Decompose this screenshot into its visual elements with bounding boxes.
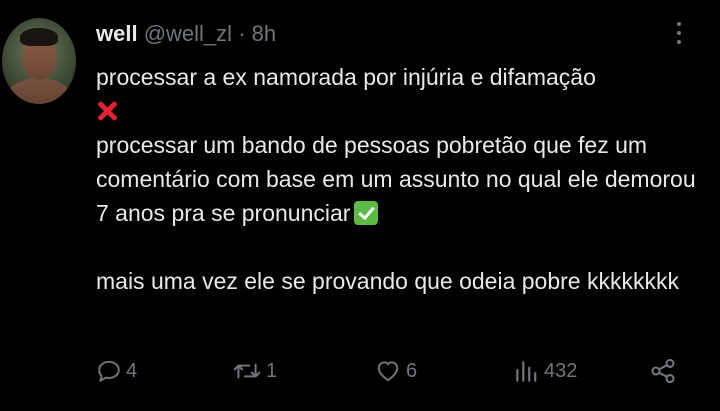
retweet-icon bbox=[233, 363, 261, 379]
cross-mark-emoji bbox=[96, 100, 118, 122]
views-icon bbox=[516, 361, 537, 382]
tweet-header: well @well_zl · 8h bbox=[96, 20, 276, 48]
check-mark-emoji bbox=[354, 201, 379, 225]
tweet[interactable]: well @well_zl · 8h processar a ex namora… bbox=[0, 0, 720, 411]
like-count: 6 bbox=[406, 359, 418, 382]
like-button[interactable]: 6 bbox=[374, 355, 417, 387]
share-button[interactable] bbox=[648, 355, 678, 387]
avatar-hair bbox=[20, 28, 58, 46]
avatar-shoulders bbox=[6, 78, 72, 104]
retweet-count: 1 bbox=[266, 359, 278, 382]
separator-dot: · bbox=[238, 21, 246, 46]
heart-icon bbox=[377, 361, 399, 382]
reply-icon bbox=[98, 360, 120, 382]
views-button[interactable]: 432 bbox=[512, 355, 577, 387]
tweet-text-line-2: processar um bando de pessoas pobretão q… bbox=[96, 132, 702, 226]
author-handle[interactable]: @well_zl bbox=[144, 21, 232, 46]
author-name[interactable]: well bbox=[96, 21, 138, 46]
share-icon bbox=[651, 358, 675, 384]
view-count: 432 bbox=[544, 359, 578, 382]
avatar[interactable] bbox=[2, 18, 76, 104]
timestamp[interactable]: 8h bbox=[252, 21, 276, 46]
reply-button[interactable]: 4 bbox=[96, 355, 137, 387]
tweet-text-line-3: mais uma vez ele se provando que odeia p… bbox=[96, 268, 679, 294]
action-bar: 4 1 6 432 bbox=[96, 355, 686, 387]
tweet-text-line-1: processar a ex namorada por injúria e di… bbox=[96, 64, 596, 90]
retweet-button[interactable]: 1 bbox=[232, 355, 277, 387]
tweet-body: processar a ex namorada por injúria e di… bbox=[96, 60, 706, 298]
reply-count: 4 bbox=[126, 359, 138, 382]
more-icon[interactable] bbox=[674, 22, 684, 52]
